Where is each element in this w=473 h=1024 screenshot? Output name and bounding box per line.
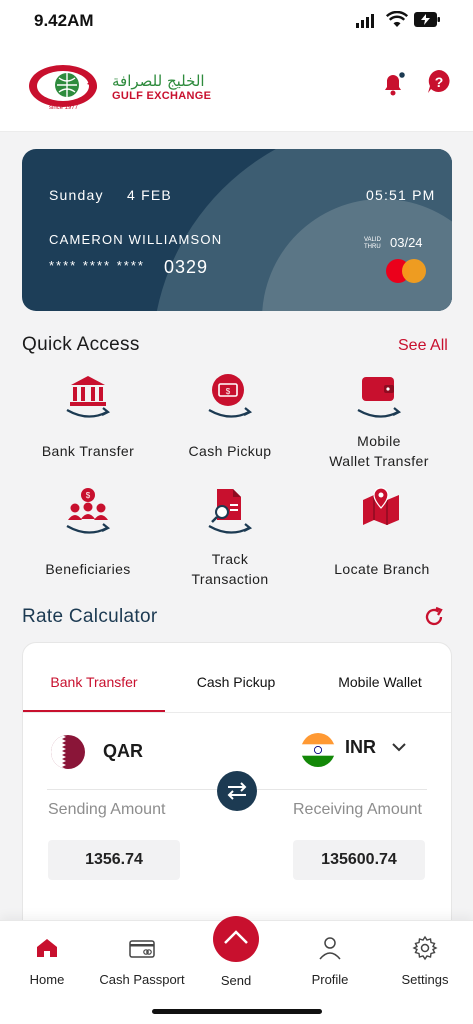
receiving-amount-input[interactable]: 135600.74: [293, 840, 425, 880]
card-time: 05:51 PM: [366, 187, 436, 203]
profile-icon: [319, 937, 341, 960]
home-indicator: [152, 1009, 322, 1014]
map-pin-icon: [363, 487, 399, 525]
see-all-link[interactable]: See All: [398, 337, 448, 355]
quick-access-title: Quick Access: [22, 334, 140, 355]
nav-settings[interactable]: Settings: [378, 935, 472, 987]
card-masked-number: **** **** ****: [49, 258, 145, 273]
tab-cash-pickup[interactable]: Cash Pickup: [165, 643, 307, 713]
valid-thru-label: VALID THRU: [364, 237, 381, 250]
help-question-icon[interactable]: ?: [426, 69, 452, 95]
gulf-exchange-logo[interactable]: since 1977: [27, 62, 105, 112]
card-expiry: 03/24: [390, 235, 423, 250]
quick-mobile-wallet-label: Mobile Wallet Transfer: [329, 433, 429, 469]
cellular-signal-icon: [356, 14, 374, 28]
battery-charging-icon: [414, 12, 440, 27]
track-transaction-icon: [208, 489, 253, 534]
cash-pickup-icon: $: [208, 374, 253, 418]
card-last-four: 0329: [164, 257, 209, 277]
send-chevron-up-icon: [213, 916, 259, 962]
from-currency-selector[interactable]: QAR: [51, 735, 191, 769]
quick-locate-branch[interactable]: Locate Branch: [307, 486, 457, 579]
nav-send-label: Send: [220, 973, 252, 988]
quick-locate-branch-label: Locate Branch: [334, 561, 430, 577]
status-bar: 9.42AM: [0, 0, 473, 44]
to-currency-selector[interactable]: INR: [301, 731, 431, 769]
from-currency-code: QAR: [103, 741, 143, 761]
card-holder-name: CAMERON WILLIAMSON: [49, 232, 223, 247]
nav-settings-label: Settings: [401, 972, 449, 987]
card-day: Sunday: [49, 187, 104, 203]
status-time: 9.42AM: [34, 11, 94, 30]
qatar-flag-icon: [51, 735, 85, 769]
quick-mobile-wallet-transfer[interactable]: Mobile Wallet Transfer: [304, 372, 454, 471]
notification-dot: [397, 70, 407, 80]
refresh-icon[interactable]: [423, 606, 445, 628]
svg-text:$: $: [226, 387, 231, 396]
india-flag-icon: [301, 733, 335, 767]
card-icon: [129, 940, 155, 958]
beneficiaries-icon: $: [66, 488, 111, 534]
sending-amount-label: Sending Amount: [48, 801, 166, 818]
nav-home[interactable]: Home: [0, 935, 94, 987]
to-currency-code: INR: [345, 737, 376, 757]
receiving-amount-label: Receiving Amount: [293, 801, 422, 818]
brand-name-arabic: الخليج للصرافة: [112, 72, 205, 90]
rate-calculator-title: Rate Calculator: [22, 606, 158, 627]
bottom-navigation: Home Cash Passport Send Profile Settings: [0, 916, 473, 1024]
cash-passport-card[interactable]: Sunday 4 FEB 05:51 PM CAMERON WILLIAMSON…: [22, 149, 452, 311]
quick-bank-transfer[interactable]: Bank Transfer: [13, 372, 163, 461]
tab-bank-transfer[interactable]: Bank Transfer: [23, 643, 165, 713]
sending-amount-input[interactable]: 1356.74: [48, 840, 180, 880]
quick-track-transaction[interactable]: Track Transaction: [155, 486, 305, 589]
nav-home-label: Home: [29, 972, 65, 987]
tab-mobile-wallet[interactable]: Mobile Wallet: [309, 643, 451, 713]
quick-track-transaction-label: Track Transaction: [191, 551, 269, 587]
svg-text:?: ?: [435, 74, 444, 90]
notification-bell-icon[interactable]: [380, 70, 408, 98]
mastercard-logo-icon: [386, 259, 426, 283]
nav-cash-passport[interactable]: Cash Passport: [95, 935, 189, 987]
swap-currency-icon[interactable]: [216, 770, 258, 812]
home-icon: [37, 939, 57, 957]
nav-profile-label: Profile: [311, 972, 349, 987]
gear-icon: [412, 935, 438, 961]
wifi-icon: [386, 11, 408, 27]
quick-cash-pickup-label: Cash Pickup: [188, 443, 272, 459]
app-header: since 1977 الخليج للصرافة GULF EXCHANGE …: [0, 44, 473, 132]
svg-text:$: $: [86, 491, 91, 500]
rate-calculator-card: Bank Transfer Cash Pickup Mobile Wallet …: [22, 642, 452, 942]
logo-tagline: since 1977: [49, 105, 79, 111]
quick-beneficiaries-label: Beneficiaries: [45, 561, 131, 577]
card-date: 4 FEB: [127, 187, 172, 203]
brand-name-english: GULF EXCHANGE: [112, 90, 212, 102]
nav-send[interactable]: Send: [189, 915, 283, 988]
wallet-icon: [357, 377, 402, 418]
quick-beneficiaries[interactable]: $ Beneficiaries: [13, 486, 163, 579]
tabs-divider: [23, 712, 451, 713]
bank-icon: [66, 376, 111, 418]
card-decoration: [156, 149, 452, 311]
chevron-down-icon[interactable]: [391, 741, 407, 753]
nav-profile[interactable]: Profile: [283, 935, 377, 987]
nav-cash-passport-label: Cash Passport: [99, 972, 185, 987]
quick-bank-transfer-label: Bank Transfer: [41, 443, 135, 459]
quick-cash-pickup[interactable]: $ Cash Pickup: [155, 372, 305, 461]
